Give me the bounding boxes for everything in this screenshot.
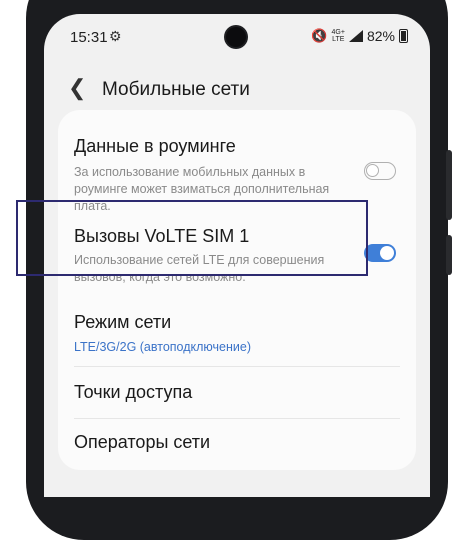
mute-icon: 🔇 [311,28,328,43]
setting-title: Точки доступа [74,382,193,402]
divider [74,366,400,367]
chevron-left-icon[interactable]: ❮ [68,75,86,101]
battery-icon [399,29,408,43]
setting-network-mode[interactable]: Режим сети LTE/3G/2G (автоподключение) [58,306,416,362]
signal-icon [348,30,363,42]
settings-card: Данные в роуминге За использование мобил… [58,110,416,470]
setting-network-operators[interactable]: Операторы сети [58,420,416,470]
volume-button [446,150,452,220]
volte-highlight-frame [16,200,368,276]
setting-title: Операторы сети [74,432,211,452]
app-header: ❮ Мобильные сети [44,69,430,113]
setting-title: Данные в роуминге [74,136,236,156]
volte-toggle[interactable] [364,244,396,262]
divider [74,418,400,419]
setting-title: Режим сети [74,312,172,332]
setting-access-points[interactable]: Точки доступа [58,368,416,418]
status-bar: 15:31 ⚙ 🔇 4G+ LTE 82% [44,14,430,58]
toggle-knob [380,246,394,260]
roaming-toggle[interactable] [364,162,396,180]
toggle-knob [366,164,379,177]
setting-value: LTE/3G/2G (автоподключение) [74,340,251,354]
network-type-icon: 4G+ LTE [331,29,345,43]
page-title: Мобильные сети [102,79,250,100]
battery-percent: 82% [366,28,395,44]
status-time: 15:31 [70,29,108,46]
status-icons: 🔇 4G+ LTE 82% [311,28,408,44]
power-button [446,235,452,275]
gear-icon: ⚙ [109,28,122,44]
